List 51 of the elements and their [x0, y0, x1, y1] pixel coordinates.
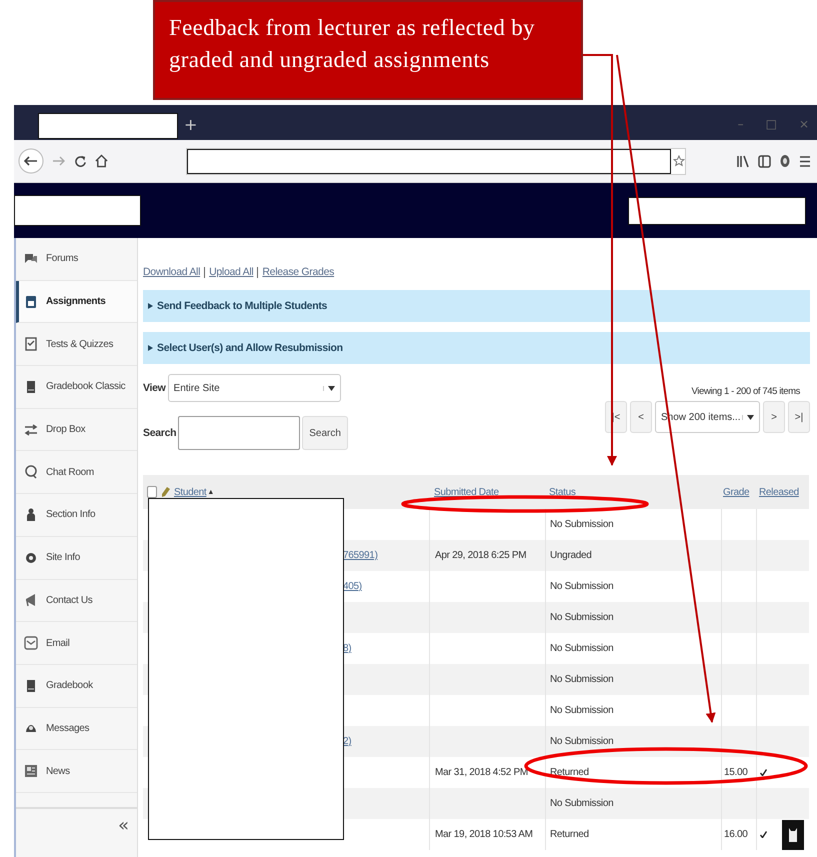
- table-cell: No Submission: [550, 736, 614, 747]
- table-cell: No Submission: [550, 705, 614, 716]
- table-cell: No Submission: [550, 612, 614, 623]
- view-dropdown[interactable]: Entire Site: [168, 374, 341, 402]
- table-cell: 16.00: [724, 829, 748, 840]
- nav-item[interactable]: Tests & Quizzes: [16, 323, 137, 366]
- nav-item[interactable]: Assignments: [16, 280, 137, 324]
- search-label: Search: [143, 427, 176, 439]
- nav-item[interactable]: Chat Room: [16, 451, 137, 494]
- toolbar-link[interactable]: Upload All: [209, 266, 254, 278]
- nav-item[interactable]: Contact Us: [16, 580, 137, 622]
- table-cell: Returned: [550, 767, 589, 778]
- nav-item[interactable]: Messages: [16, 708, 137, 750]
- section-toggle[interactable]: Select User(s) and Allow Resubmission: [143, 332, 810, 364]
- table-cell: No Submission: [550, 674, 614, 685]
- pager-info: Viewing 1 - 200 of 745 items: [691, 386, 800, 397]
- toolbar-link[interactable]: Release Grades: [262, 266, 334, 278]
- search-button[interactable]: Search: [302, 416, 348, 450]
- student-link[interactable]: 405): [343, 581, 362, 592]
- last-page-button[interactable]: >|: [788, 401, 810, 433]
- nav-item[interactable]: Drop Box: [16, 408, 137, 452]
- student-link[interactable]: 765991): [343, 550, 378, 561]
- nav-item[interactable]: Email: [16, 622, 137, 665]
- section-toggle[interactable]: Send Feedback to Multiple Students: [143, 290, 810, 322]
- column-header[interactable]: Grade: [723, 486, 750, 498]
- nav-item[interactable]: Section Info: [16, 494, 137, 537]
- annotation-callout: Feedback from lecturer as reflected by graded and ungraded assignments: [153, 0, 583, 100]
- table-cell: Returned: [550, 829, 589, 840]
- next-page-button[interactable]: >: [763, 401, 785, 433]
- table-cell: No Submission: [550, 519, 614, 530]
- new-tab-button[interactable]: +: [178, 114, 204, 134]
- nav-item[interactable]: Gradebook: [16, 664, 137, 708]
- table-cell: 15.00: [724, 767, 748, 778]
- nav-item[interactable]: Gradebook Classic: [16, 366, 137, 409]
- table-cell: Apr 29, 2018 6:25 PM: [435, 550, 526, 561]
- column-header[interactable]: Released: [759, 486, 799, 498]
- column-header[interactable]: Student: [174, 486, 206, 498]
- student-link[interactable]: 2): [343, 736, 352, 747]
- table-cell: Mar 19, 2018 10:53 AM: [435, 829, 533, 840]
- table-cell: No Submission: [550, 581, 614, 592]
- table-cell: No Submission: [550, 798, 614, 809]
- collapse-button[interactable]: «: [114, 814, 133, 836]
- table-cell: No Submission: [550, 643, 614, 654]
- nav-item[interactable]: News: [16, 750, 137, 793]
- nav-item[interactable]: Site Info: [16, 536, 137, 580]
- view-label: View: [143, 382, 166, 394]
- toolbar-link[interactable]: Download All: [143, 266, 200, 278]
- column-header[interactable]: Submitted Date: [434, 486, 499, 498]
- table-cell: Ungraded: [550, 550, 592, 561]
- column-header[interactable]: Status: [549, 486, 576, 498]
- previous-page-button[interactable]: <: [630, 401, 652, 433]
